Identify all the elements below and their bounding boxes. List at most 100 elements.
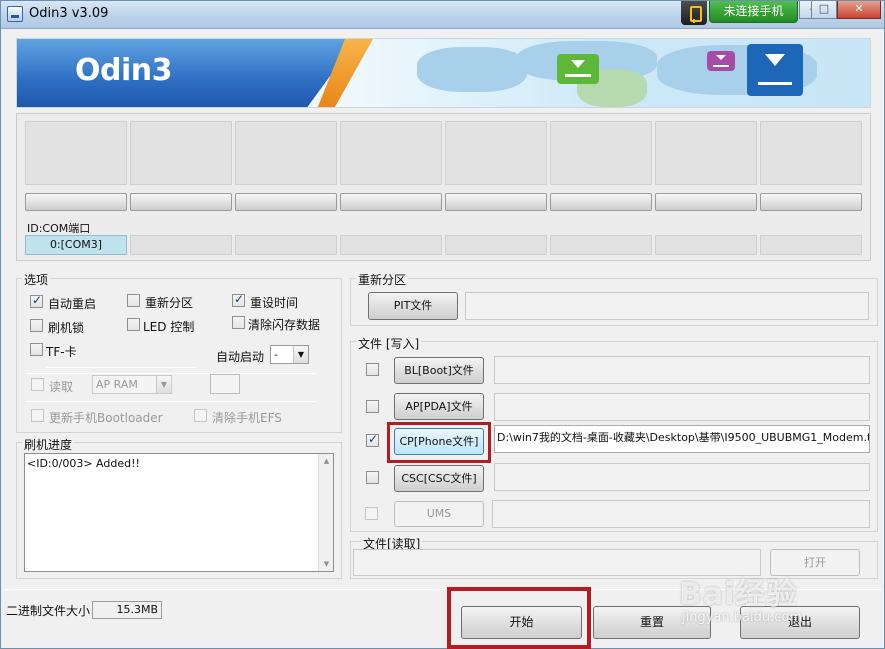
slot-progress-bar xyxy=(655,193,757,211)
pit-path-field[interactable] xyxy=(465,292,869,320)
tflash-label: TF-卡 xyxy=(46,345,77,359)
slot-progress-bar xyxy=(130,193,232,211)
device-slot xyxy=(655,121,757,185)
read-size-field[interactable] xyxy=(210,374,240,394)
cp-highlight-box xyxy=(387,422,491,463)
reset-time-checkbox[interactable] xyxy=(232,292,245,307)
chevron-down-icon: ▼ xyxy=(293,346,308,363)
divider xyxy=(26,401,316,402)
odin3-window: Odin3 v3.09 未连接手机 – □ ✕ Odin3 xyxy=(0,0,885,649)
device-slot xyxy=(445,121,547,185)
erase-efs-checkbox[interactable] xyxy=(194,409,207,422)
slot-progress-bar xyxy=(550,193,652,211)
title-bar: Odin3 v3.09 未连接手机 – □ ✕ xyxy=(1,1,884,29)
slot-progress-bar xyxy=(445,193,547,211)
led-control-label: LED 控制 xyxy=(143,320,195,334)
repartition-title: 重新分区 xyxy=(356,271,409,288)
device-slot xyxy=(130,121,232,185)
slot-progress-bar xyxy=(760,193,862,211)
cp-checkbox[interactable] xyxy=(366,432,379,447)
ap-checkbox[interactable] xyxy=(366,400,379,413)
binary-size-value: 15.3MB xyxy=(92,601,162,619)
nand-erase-label: 清除闪存数据 xyxy=(248,318,321,332)
log-line: <ID:0/003> Added!! xyxy=(27,457,140,470)
chevron-down-icon: ▼ xyxy=(156,376,171,393)
auto-start-value: - xyxy=(274,348,278,361)
pit-file-button[interactable]: PIT文件 xyxy=(368,292,458,320)
update-bootloader-label: 更新手机Bootloader xyxy=(49,411,163,425)
device-slot xyxy=(760,121,862,185)
baidu-watermark: Bai经验 xyxy=(679,577,798,612)
start-highlight-box xyxy=(447,587,591,649)
csc-checkbox[interactable] xyxy=(366,471,379,484)
repartition-label: 重新分区 xyxy=(145,296,194,310)
window-title: Odin3 v3.09 xyxy=(29,6,109,21)
device-slots: ID:COM端口 0:[COM3] xyxy=(16,113,871,261)
download-icon xyxy=(557,54,599,84)
com-port-cell xyxy=(550,235,652,255)
com-port-cell xyxy=(655,235,757,255)
ums-path-field[interactable] xyxy=(492,500,870,528)
reset-time-label: 重设时间 xyxy=(250,296,299,310)
bl-path-field[interactable] xyxy=(494,356,870,384)
device-slot xyxy=(340,121,442,185)
auto-reboot-checkbox[interactable] xyxy=(30,293,43,308)
tflash-checkbox[interactable] xyxy=(30,343,43,356)
com-port-cell xyxy=(130,235,232,255)
update-bootloader-checkbox[interactable] xyxy=(31,409,44,422)
ap-file-button[interactable]: AP[PDA]文件 xyxy=(394,393,484,420)
phone-plug-icon xyxy=(681,1,707,25)
connection-status-badge[interactable]: 未连接手机 xyxy=(709,1,798,23)
divider xyxy=(26,373,316,374)
download-icon xyxy=(707,51,735,71)
log-scrollbar[interactable]: ▲ ▼ xyxy=(318,454,333,571)
read-checkbox[interactable] xyxy=(31,378,44,391)
cp-path-field[interactable]: D:\win7我的文档-桌面-收藏夹\Desktop\基带\I9500_UBUB… xyxy=(494,425,870,453)
ums-file-button[interactable]: UMS xyxy=(394,501,484,527)
progress-title: 刷机进度 xyxy=(22,436,75,453)
maximize-button[interactable]: □ xyxy=(811,1,837,19)
com-port-label: ID:COM端口 xyxy=(27,222,91,235)
device-slot xyxy=(25,121,127,185)
auto-reboot-label: 自动重启 xyxy=(48,297,97,311)
com-port-cell: 0:[COM3] xyxy=(25,235,127,255)
bl-file-button[interactable]: BL[Boot]文件 xyxy=(394,357,484,384)
slot-progress-bar xyxy=(340,193,442,211)
options-title: 选项 xyxy=(22,271,51,288)
close-button[interactable]: ✕ xyxy=(837,1,881,19)
ap-path-field[interactable] xyxy=(494,393,870,421)
slot-progress-bar xyxy=(25,193,127,211)
com-port-cell xyxy=(235,235,337,255)
ums-checkbox[interactable] xyxy=(365,507,378,520)
flash-lock-label: 刷机锁 xyxy=(48,321,85,335)
banner-blue-stripe xyxy=(17,39,357,107)
banner-title: Odin3 xyxy=(75,53,173,88)
baidu-watermark-url: jingyan.baidu.com xyxy=(682,610,802,625)
read-label: 读取 xyxy=(49,380,74,394)
binary-size-label: 二进制文件大小 xyxy=(6,604,91,618)
nand-erase-checkbox[interactable] xyxy=(232,316,245,329)
map-continent xyxy=(417,47,527,92)
read-target-value: AP RAM xyxy=(96,378,138,391)
scroll-up-icon[interactable]: ▲ xyxy=(319,454,334,468)
csc-path-field[interactable] xyxy=(494,463,870,491)
divider xyxy=(46,367,196,368)
auto-start-select[interactable]: - ▼ xyxy=(270,345,309,364)
com-port-cell xyxy=(760,235,862,255)
csc-file-button[interactable]: CSC[CSC文件] xyxy=(394,465,484,492)
repartition-checkbox[interactable] xyxy=(127,294,140,307)
com-port-cell xyxy=(445,235,547,255)
auto-start-label: 自动启动 xyxy=(216,350,265,364)
read-target-select[interactable]: AP RAM ▼ xyxy=(92,375,172,394)
scroll-down-icon[interactable]: ▼ xyxy=(319,557,334,571)
progress-log[interactable]: <ID:0/003> Added!! ▲ ▼ xyxy=(24,453,334,572)
app-icon xyxy=(7,6,23,22)
com-port-cell xyxy=(340,235,442,255)
led-control-checkbox[interactable] xyxy=(127,318,140,331)
flash-lock-checkbox[interactable] xyxy=(30,319,43,332)
files-write-title: 文件 [写入] xyxy=(356,335,422,352)
device-slot xyxy=(235,121,337,185)
bl-checkbox[interactable] xyxy=(366,363,379,376)
device-slot xyxy=(550,121,652,185)
erase-efs-label: 清除手机EFS xyxy=(212,411,282,425)
